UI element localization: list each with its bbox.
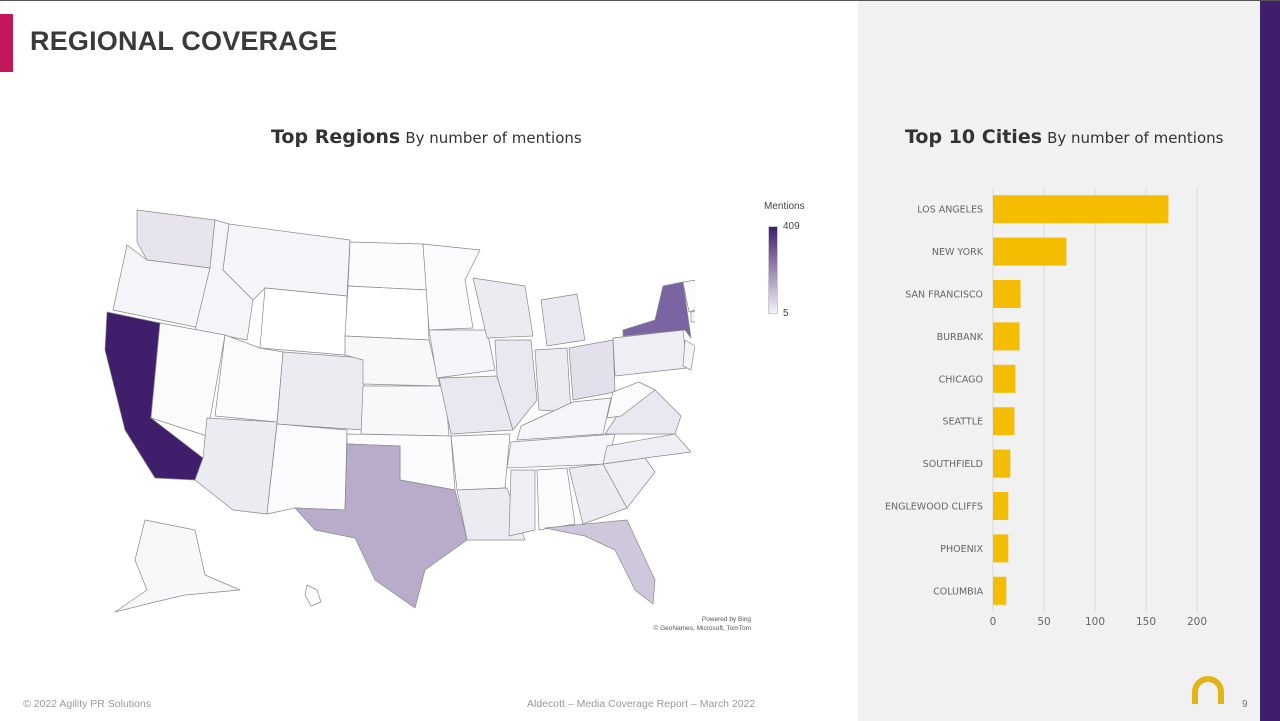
bar-burbank — [993, 322, 1020, 351]
cities-title-subtitle: By number of mentions — [1047, 129, 1224, 147]
state-kansas — [360, 385, 450, 437]
state-montana — [222, 223, 351, 301]
state-iowa — [428, 329, 496, 379]
category-label: COLUMBIA — [933, 586, 983, 597]
state-north-carolina — [602, 433, 692, 465]
cities-chart-title: Top 10 Cities By number of mentions — [905, 126, 1223, 148]
attribution-powered-by: Powered by Bing — [701, 616, 751, 623]
state-wisconsin — [472, 277, 534, 339]
legend-title: Mentions — [764, 201, 805, 212]
state-south-dakota — [344, 285, 430, 341]
state-alaska — [114, 519, 241, 613]
category-label: SEATTLE — [942, 417, 983, 428]
footer-copyright: © 2022 Agility PR Solutions — [23, 698, 151, 710]
category-label: CHICAGO — [939, 374, 983, 385]
state-indiana — [534, 347, 572, 413]
state-new-jersey — [682, 339, 695, 371]
category-label: ENGLEWOOD CLIFFS — [885, 502, 983, 513]
state-arizona — [194, 417, 278, 515]
title-accent-bar — [0, 14, 13, 72]
legend-min-value: 5 — [783, 308, 789, 319]
category-label: BURBANK — [937, 332, 984, 343]
category-label: SOUTHFIELD — [923, 459, 983, 470]
brand-side-strip — [1260, 1, 1280, 721]
state-north-dakota — [347, 241, 428, 291]
cities-title-bold: Top 10 Cities — [905, 126, 1043, 148]
agility-logo-icon — [1192, 676, 1224, 704]
legend-color-scale — [768, 226, 778, 314]
category-label: PHOENIX — [940, 544, 983, 555]
x-tick-label: 150 — [1136, 616, 1156, 628]
map-title-subtitle: By number of mentions — [405, 129, 582, 147]
x-tick-label: 100 — [1085, 616, 1105, 628]
state-hawaii — [304, 584, 322, 607]
state-minnesota — [422, 243, 481, 331]
bar-southfield — [993, 449, 1011, 478]
state-michigan — [540, 293, 586, 347]
state-pennsylvania — [612, 329, 688, 377]
state-alabama — [536, 467, 576, 531]
category-label: NEW YORK — [932, 247, 984, 258]
state-arkansas — [450, 433, 511, 491]
legend-max-value: 409 — [783, 221, 800, 232]
state-ohio — [568, 339, 616, 401]
page-title: REGIONAL COVERAGE — [30, 26, 338, 56]
category-label: LOS ANGELES — [917, 205, 983, 216]
map-title-bold: Top Regions — [271, 126, 401, 148]
state-new-york — [622, 281, 692, 339]
state-mississippi — [508, 469, 536, 537]
state-colorado — [276, 351, 366, 431]
bar-new-york — [993, 237, 1067, 266]
us-choropleth-map — [104, 209, 695, 613]
footer-report-title: Aldecott – Media Coverage Report – March… — [527, 698, 756, 710]
category-label: SAN FRANCISCO — [905, 290, 983, 301]
state-new-mexico — [266, 423, 348, 515]
x-tick-label: 200 — [1187, 616, 1207, 628]
state-wyoming — [259, 287, 348, 356]
attribution-sources: © GeoNames, Microsoft, TomTom — [653, 625, 752, 632]
state-florida — [544, 519, 656, 605]
x-tick-label: 0 — [990, 616, 997, 628]
map-title: Top Regions By number of mentions — [271, 126, 582, 148]
bar-columbia — [993, 576, 1007, 605]
map-attribution: Powered by Bing © GeoNames, Microsoft, T… — [654, 615, 752, 633]
bar-englewood-cliffs — [993, 492, 1009, 520]
bar-los-angeles — [993, 195, 1169, 224]
x-tick-label: 50 — [1037, 616, 1050, 628]
state-washington — [136, 209, 216, 269]
bar-san-francisco — [993, 280, 1021, 308]
bar-phoenix — [993, 534, 1009, 563]
cities-bar-chart: 0 50 100 150 200 LOS ANGELES NEW YORK SAN FRANC… — [885, 188, 1207, 628]
bar-seattle — [993, 407, 1015, 436]
bar-chicago — [993, 364, 1016, 393]
page-number: 9 — [1242, 699, 1248, 710]
